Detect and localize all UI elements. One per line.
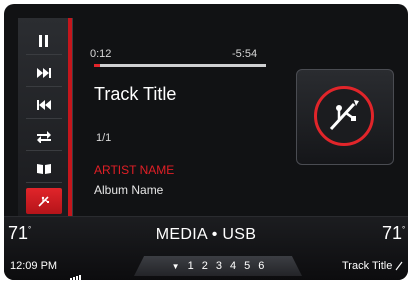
next-track-button[interactable] [26,60,62,87]
skip-forward-icon [37,68,51,78]
elapsed-time: 0:12 [90,48,112,60]
track-title: Track Title [94,84,177,104]
now-playing-ticker: Track Title [342,260,403,272]
pause-icon [39,35,48,47]
browse-button[interactable] [26,156,62,183]
preset-6[interactable]: 6 [258,260,264,272]
track-count: 1/1 [96,132,112,144]
playback-controls-strip [18,18,73,216]
preset-5[interactable]: 5 [244,260,250,272]
passenger-temperature-value: 71 [382,223,403,243]
skip-back-icon [37,100,51,110]
usb-icon [329,100,359,131]
remaining-time: -5:54 [232,48,258,60]
usb-icon [395,261,403,271]
preset-2[interactable]: 2 [202,260,208,272]
passenger-temperature[interactable]: 71° [382,223,405,244]
media-screen: 0:12 -5:54 Track Title 1/1 ARTIST NAME A… [4,4,408,280]
artist-name: ARTIST NAME [94,163,175,177]
album-name: Album Name [94,183,164,197]
album-art[interactable] [296,69,394,165]
usb-icon [38,196,49,207]
clock: 12:09 PM [10,260,58,272]
preset-4[interactable]: 4 [230,260,236,272]
preset-arrow-icon[interactable]: ▼ [172,262,180,271]
progress-bar[interactable] [94,64,266,67]
previous-track-button[interactable] [26,92,62,119]
preset-bar: ▼ 123456 [134,256,302,276]
usb-source-button[interactable] [26,188,62,214]
progress-fill [94,64,100,67]
pause-button[interactable] [26,28,62,55]
browse-icon [37,164,51,174]
source-indicator-bar [68,18,72,216]
preset-3[interactable]: 3 [216,260,222,272]
usb-source-badge [314,86,374,146]
signal-strength-icon [70,262,82,280]
temperature-unit: ° [402,225,406,234]
repeat-button[interactable] [26,124,62,151]
source-title: MEDIA • USB [155,226,257,243]
now-playing-title: Track Title [342,260,393,272]
repeat-icon [37,131,51,143]
preset-1[interactable]: 1 [188,260,194,272]
